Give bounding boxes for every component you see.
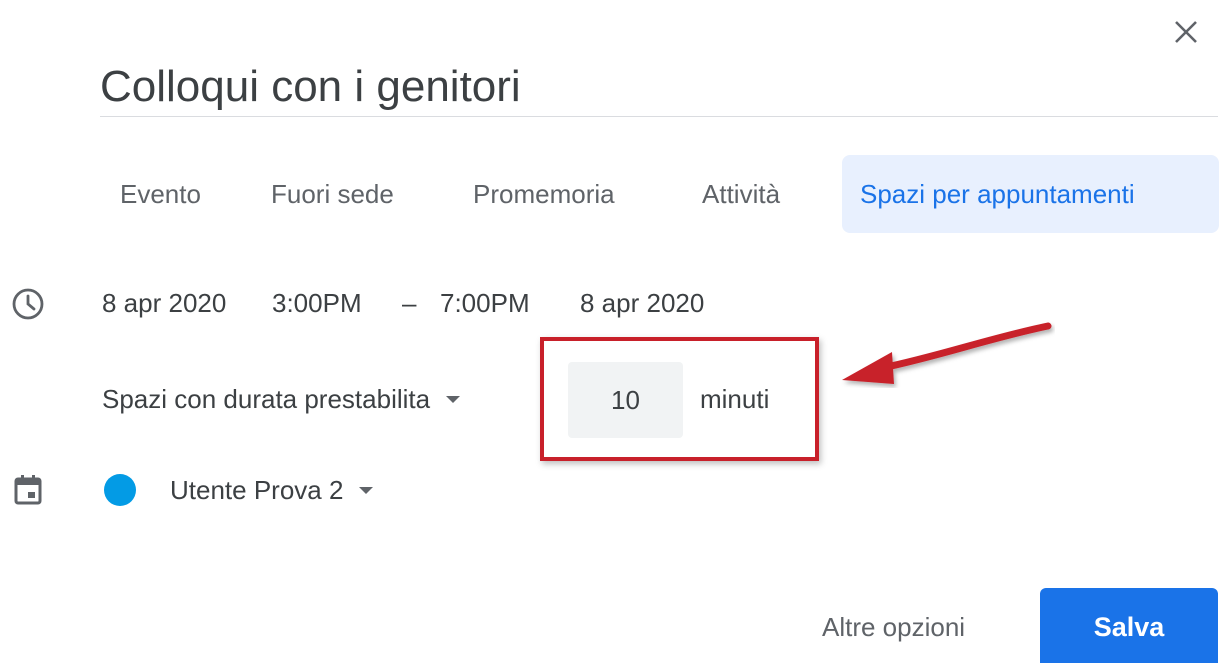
calendar-icon <box>8 470 48 510</box>
event-title-input[interactable]: Colloqui con i genitori <box>100 58 1218 117</box>
tab-evento[interactable]: Evento <box>120 155 201 233</box>
chevron-down-icon <box>446 396 461 403</box>
more-options-button[interactable]: Altre opzioni <box>808 592 979 662</box>
annotation-highlight-box <box>540 337 819 461</box>
tab-promemoria[interactable]: Promemoria <box>473 155 615 233</box>
event-type-tabs: Evento Fuori sede Promemoria Attività Sp… <box>0 155 1219 233</box>
slot-mode-label: Spazi con durata prestabilita <box>102 384 431 414</box>
time-separator: – <box>402 288 417 318</box>
start-time[interactable]: 3:00PM <box>272 288 362 319</box>
red-arrow-icon <box>842 322 1052 384</box>
slot-mode-dropdown[interactable]: Spazi con durata prestabilita <box>102 384 461 415</box>
start-date[interactable]: 8 apr 2020 <box>102 288 226 319</box>
calendar-color-dot <box>104 474 136 506</box>
save-button[interactable]: Salva <box>1040 588 1218 663</box>
tab-attivita[interactable]: Attività <box>702 155 780 233</box>
close-icon <box>1175 21 1197 43</box>
chevron-down-icon <box>359 487 374 494</box>
tab-fuori-sede[interactable]: Fuori sede <box>271 155 394 233</box>
appointment-slots-dialog: Colloqui con i genitori Evento Fuori sed… <box>0 0 1219 663</box>
tab-spazi-per-appuntamenti[interactable]: Spazi per appuntamenti <box>842 155 1219 233</box>
calendar-dropdown[interactable]: Utente Prova 2 <box>170 475 374 506</box>
clock-icon <box>8 284 48 324</box>
end-date[interactable]: 8 apr 2020 <box>580 288 704 319</box>
end-time[interactable]: 7:00PM <box>440 288 530 319</box>
close-button[interactable] <box>1166 12 1206 52</box>
calendar-name: Utente Prova 2 <box>170 475 344 505</box>
